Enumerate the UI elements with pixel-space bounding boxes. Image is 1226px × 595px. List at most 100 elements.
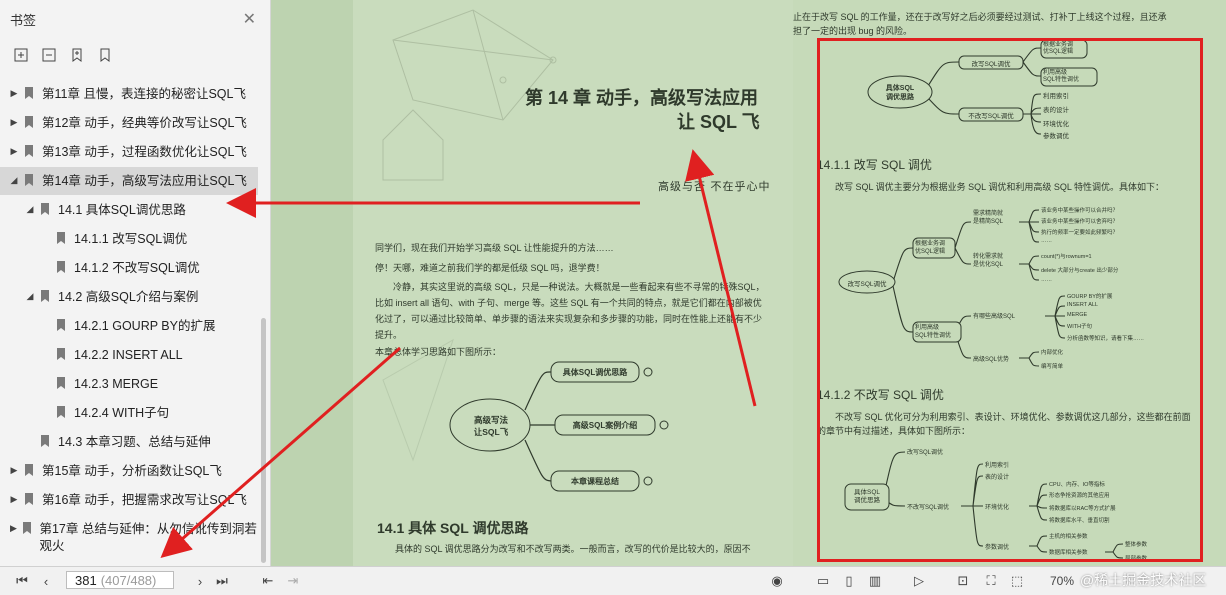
scrollbar[interactable] <box>261 318 266 563</box>
page-total: (407/488) <box>100 572 157 588</box>
mindmap-node: 具体SQL调优思路 <box>562 368 628 377</box>
prev-page-icon[interactable]: ‹ <box>36 571 56 591</box>
bookmark-label: 14.2 高级SQL介绍与案例 <box>58 290 199 304</box>
watermark: @稀土掘金技术社区 <box>1080 572 1207 588</box>
next-page-icon[interactable]: › <box>190 571 210 591</box>
bookmark-item[interactable]: 14.2.4 WITH子句 <box>0 399 258 427</box>
bookmark-icon <box>22 115 36 129</box>
bookmark-icon <box>38 202 52 216</box>
eye-icon[interactable]: ◉ <box>766 571 788 591</box>
highlight-frame <box>817 38 1203 562</box>
bookmark-item[interactable]: ◢ 第14章 动手，高级写法应用让SQL飞 <box>0 167 258 195</box>
add-bookmark-icon[interactable] <box>66 44 88 66</box>
bookmark-label: 第13章 动手，过程函数优化让SQL飞 <box>42 145 247 159</box>
bookmark-icon <box>22 86 36 100</box>
expand-icon[interactable]: ▶ <box>8 80 20 99</box>
bookmark-icon <box>54 260 68 274</box>
bookmark-label: 14.1 具体SQL调优思路 <box>58 203 186 217</box>
bookmark-item[interactable]: 14.3 本章习题、总结与延伸 <box>0 428 258 456</box>
expand-icon[interactable]: ▶ <box>8 486 20 505</box>
mindmap-node: 高级SQL案例介绍 <box>572 421 638 430</box>
bookmark-item[interactable]: ▶ 第12章 动手，经典等价改写让SQL飞 <box>0 109 258 137</box>
bookmark-label: 第17章 总结与延伸：从勿信讹传到洞若观火 <box>39 522 257 553</box>
zoom-level[interactable]: 70% <box>1050 574 1074 588</box>
bookmark-item[interactable]: 14.2.3 MERGE <box>0 370 258 398</box>
paragraph: 具体的 SQL 调优思路分为改写和不改写两类。一般而言，改写的代价是比较大的，原… <box>395 544 751 554</box>
bookmark-icon <box>22 463 36 477</box>
collapse-icon[interactable]: ◢ <box>24 196 36 215</box>
bookmark-label: 第11章 且慢，表连接的秘密让SQL飞 <box>42 87 246 101</box>
last-page-icon[interactable]: ⏭ <box>212 571 232 591</box>
expand-icon[interactable]: ▶ <box>8 109 20 128</box>
collapse-icon[interactable]: ◢ <box>24 283 36 302</box>
page-number-input[interactable]: 381 (407/488) <box>66 571 174 589</box>
bookmark-label: 第12章 动手，经典等价改写让SQL飞 <box>42 116 247 130</box>
bookmark-item[interactable]: 14.2.2 INSERT ALL <box>0 341 258 369</box>
mindmap-node: 本章课程总结 <box>571 477 619 486</box>
close-icon[interactable]: ✕ <box>243 9 256 29</box>
bookmark-label: 14.2.2 INSERT ALL <box>74 348 183 362</box>
bookmark-item[interactable]: ▶ 第11章 且慢，表连接的秘密让SQL飞 <box>0 80 258 108</box>
bookmark-icon <box>22 144 36 158</box>
bookmark-label: 14.1.1 改写SQL调优 <box>74 232 188 246</box>
fit-page-icon[interactable]: ⛶ <box>980 571 1002 591</box>
bookmark-label: 第16章 动手，把握需求改写让SQL飞 <box>42 493 247 507</box>
bookmark-icon <box>21 521 34 535</box>
single-page-icon[interactable]: ▭ <box>812 571 834 591</box>
status-bar: ⏮ ‹ 381 (407/488) › ⏭ ⇤ ⇥ ◉ ▭ ▯ ▥ ▷ ⊡ ⛶ … <box>0 566 1226 595</box>
bookmark-icon <box>54 376 68 390</box>
forward-icon[interactable]: ⇥ <box>283 571 303 591</box>
fit-width-icon[interactable]: ⬚ <box>1006 571 1028 591</box>
bookmark-panel: 书签 ✕ ▶ 第11章 且慢，表连接的秘密让SQL飞 ▶ 第12章 动手，经典等价改写… <box>0 0 271 566</box>
bookmark-label: 14.2.3 MERGE <box>74 377 159 391</box>
bookmark-icon <box>38 289 52 303</box>
two-page-icon[interactable]: ▥ <box>864 571 886 591</box>
bookmark-icon <box>38 434 52 448</box>
collapse-icon[interactable]: ◢ <box>8 167 20 186</box>
bookmark-item[interactable]: ▶ 第17章 总结与延伸：从勿信讹传到洞若观火 <box>0 515 258 555</box>
bookmark-item[interactable]: ▶ 第16章 动手，把握需求改写让SQL飞 <box>0 486 258 514</box>
actual-size-icon[interactable]: ⊡ <box>952 571 974 591</box>
bookmark-label: 第14章 动手，高级写法应用让SQL飞 <box>42 174 247 188</box>
document-icon[interactable]: ▯ <box>838 571 860 591</box>
bookmark-item[interactable]: 14.2.1 GOURP BY的扩展 <box>0 312 258 340</box>
bookmark-item[interactable]: 14.1.2 不改写SQL调优 <box>0 254 258 282</box>
bookmark-icon <box>54 231 68 245</box>
bookmark-item[interactable]: ◢ 14.2 高级SQL介绍与案例 <box>0 283 258 311</box>
back-icon[interactable]: ⇤ <box>258 571 278 591</box>
expand-icon[interactable]: ▶ <box>8 138 20 157</box>
collapse-all-icon[interactable] <box>38 44 60 66</box>
bookmark-icon[interactable] <box>94 44 116 66</box>
bookmark-toolbar <box>10 44 116 66</box>
bookmark-label: 第15章 动手，分析函数让SQL飞 <box>42 464 222 478</box>
first-page-icon[interactable]: ⏮ <box>12 571 32 591</box>
page-left: 第 14 章 动手，高级写法应用 让 SQL 飞 高级与否 不在乎心中 同学们，… <box>353 0 793 566</box>
expand-icon[interactable]: ▶ <box>8 457 20 476</box>
bookmark-item[interactable]: ▶ 第15章 动手，分析函数让SQL飞 <box>0 457 258 485</box>
bookmark-icon <box>22 492 36 506</box>
document-viewer: 第 14 章 动手，高级写法应用 让 SQL 飞 高级与否 不在乎心中 同学们，… <box>271 0 1226 566</box>
bookmark-label: 14.1.2 不改写SQL调优 <box>74 261 200 275</box>
bookmark-item[interactable]: ▶ 第13章 动手，过程函数优化让SQL飞 <box>0 138 258 166</box>
bookmark-icon <box>54 347 68 361</box>
play-icon[interactable]: ▷ <box>908 571 930 591</box>
bookmark-item[interactable]: 14.1.1 改写SQL调优 <box>0 225 258 253</box>
bookmark-label: 14.3 本章习题、总结与延伸 <box>58 435 211 449</box>
bookmark-tree: ▶ 第11章 且慢，表连接的秘密让SQL飞 ▶ 第12章 动手，经典等价改写让SQL飞… <box>0 80 258 566</box>
bookmark-item[interactable]: ◢ 14.1 具体SQL调优思路 <box>0 196 258 224</box>
bookmark-icon <box>22 173 36 187</box>
mindmap-center: 高级写法 让SQL飞 <box>473 415 509 437</box>
expand-icon[interactable]: ▶ <box>8 515 19 534</box>
bookmark-icon <box>54 318 68 332</box>
expand-all-icon[interactable] <box>10 44 32 66</box>
page-current: 381 <box>75 572 97 588</box>
panel-title: 书签 <box>10 13 37 28</box>
bookmark-label: 14.2.4 WITH子句 <box>74 406 170 420</box>
